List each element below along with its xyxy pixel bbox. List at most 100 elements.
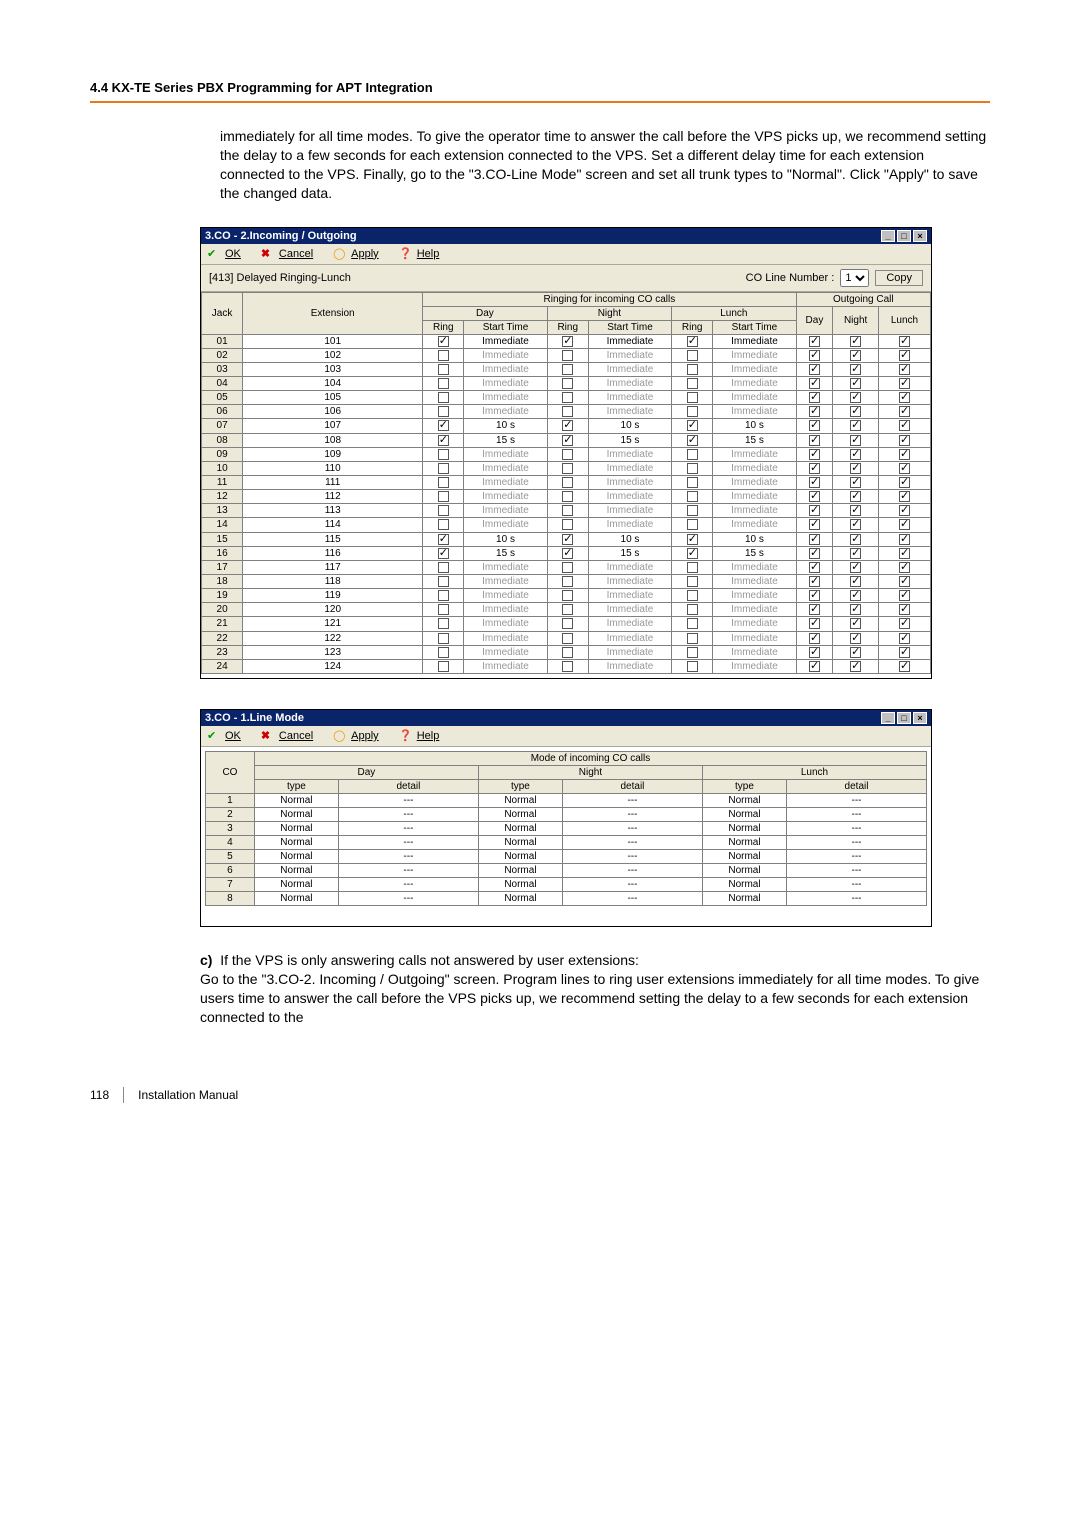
- checkbox[interactable]: [809, 364, 820, 375]
- checkbox[interactable]: [850, 449, 861, 460]
- cell-day-detail[interactable]: ---: [338, 849, 478, 863]
- checkbox[interactable]: [809, 534, 820, 545]
- cell-day-detail[interactable]: ---: [338, 877, 478, 891]
- checkbox[interactable]: [850, 548, 861, 559]
- cell-lunch-start[interactable]: 10 s: [713, 532, 796, 546]
- checkbox[interactable]: [899, 633, 910, 644]
- checkbox[interactable]: [562, 548, 573, 559]
- cell-lunch-type[interactable]: Normal: [702, 807, 786, 821]
- cell-day-detail[interactable]: ---: [338, 863, 478, 877]
- checkbox[interactable]: [809, 647, 820, 658]
- checkbox[interactable]: [809, 576, 820, 587]
- checkbox[interactable]: [809, 590, 820, 601]
- checkbox[interactable]: [562, 562, 573, 573]
- checkbox[interactable]: [438, 548, 449, 559]
- cell-day-start[interactable]: Immediate: [464, 348, 547, 362]
- checkbox[interactable]: [899, 548, 910, 559]
- checkbox[interactable]: [562, 661, 573, 672]
- cell-night-start[interactable]: 15 s: [588, 546, 671, 560]
- cell-lunch-detail[interactable]: ---: [787, 877, 927, 891]
- checkbox[interactable]: [899, 378, 910, 389]
- checkbox[interactable]: [809, 604, 820, 615]
- checkbox[interactable]: [899, 364, 910, 375]
- cell-night-detail[interactable]: ---: [562, 877, 702, 891]
- cell-day-start[interactable]: Immediate: [464, 461, 547, 475]
- cell-night-type[interactable]: Normal: [478, 877, 562, 891]
- checkbox[interactable]: [850, 392, 861, 403]
- cell-night-start[interactable]: Immediate: [588, 518, 671, 532]
- cell-lunch-type[interactable]: Normal: [702, 891, 786, 905]
- cell-day-type[interactable]: Normal: [254, 835, 338, 849]
- checkbox[interactable]: [438, 364, 449, 375]
- cell-lunch-start[interactable]: Immediate: [713, 659, 796, 673]
- cell-lunch-start[interactable]: Immediate: [713, 589, 796, 603]
- checkbox[interactable]: [850, 477, 861, 488]
- checkbox[interactable]: [687, 477, 698, 488]
- checkbox[interactable]: [809, 392, 820, 403]
- cell-lunch-type[interactable]: Normal: [702, 821, 786, 835]
- close-icon[interactable]: ×: [913, 230, 927, 242]
- copy-button[interactable]: Copy: [875, 270, 923, 286]
- cell-night-detail[interactable]: ---: [562, 863, 702, 877]
- checkbox[interactable]: [850, 661, 861, 672]
- checkbox[interactable]: [438, 505, 449, 516]
- checkbox[interactable]: [899, 350, 910, 361]
- checkbox[interactable]: [850, 576, 861, 587]
- checkbox[interactable]: [562, 350, 573, 361]
- cell-lunch-start[interactable]: Immediate: [713, 518, 796, 532]
- checkbox[interactable]: [438, 449, 449, 460]
- cell-night-type[interactable]: Normal: [478, 863, 562, 877]
- cell-night-start[interactable]: Immediate: [588, 391, 671, 405]
- cell-day-start[interactable]: Immediate: [464, 447, 547, 461]
- cell-lunch-start[interactable]: Immediate: [713, 447, 796, 461]
- cell-night-type[interactable]: Normal: [478, 849, 562, 863]
- checkbox[interactable]: [438, 576, 449, 587]
- cell-day-type[interactable]: Normal: [254, 793, 338, 807]
- checkbox[interactable]: [809, 491, 820, 502]
- checkbox[interactable]: [687, 590, 698, 601]
- checkbox[interactable]: [438, 350, 449, 361]
- cell-day-detail[interactable]: ---: [338, 891, 478, 905]
- checkbox[interactable]: [562, 336, 573, 347]
- cell-night-start[interactable]: Immediate: [588, 603, 671, 617]
- checkbox[interactable]: [809, 661, 820, 672]
- cell-lunch-detail[interactable]: ---: [787, 835, 927, 849]
- checkbox[interactable]: [438, 519, 449, 530]
- cell-night-start[interactable]: Immediate: [588, 589, 671, 603]
- checkbox[interactable]: [562, 491, 573, 502]
- cell-lunch-start[interactable]: 15 s: [713, 546, 796, 560]
- cell-night-start[interactable]: Immediate: [588, 461, 671, 475]
- checkbox[interactable]: [687, 336, 698, 347]
- cell-night-type[interactable]: Normal: [478, 793, 562, 807]
- cell-lunch-start[interactable]: Immediate: [713, 603, 796, 617]
- checkbox[interactable]: [687, 463, 698, 474]
- cell-night-type[interactable]: Normal: [478, 807, 562, 821]
- checkbox[interactable]: [850, 505, 861, 516]
- help-button[interactable]: ❓Help: [399, 729, 440, 743]
- checkbox[interactable]: [687, 420, 698, 431]
- cell-day-start[interactable]: Immediate: [464, 391, 547, 405]
- co-line-select[interactable]: 1: [840, 269, 869, 287]
- cell-night-detail[interactable]: ---: [562, 849, 702, 863]
- checkbox[interactable]: [562, 435, 573, 446]
- cell-day-start[interactable]: Immediate: [464, 574, 547, 588]
- checkbox[interactable]: [899, 519, 910, 530]
- checkbox[interactable]: [438, 392, 449, 403]
- checkbox[interactable]: [850, 420, 861, 431]
- checkbox[interactable]: [899, 590, 910, 601]
- checkbox[interactable]: [562, 590, 573, 601]
- checkbox[interactable]: [899, 661, 910, 672]
- checkbox[interactable]: [899, 491, 910, 502]
- checkbox[interactable]: [562, 647, 573, 658]
- cell-day-start[interactable]: Immediate: [464, 518, 547, 532]
- cell-night-type[interactable]: Normal: [478, 821, 562, 835]
- checkbox[interactable]: [809, 406, 820, 417]
- checkbox[interactable]: [850, 364, 861, 375]
- cell-lunch-type[interactable]: Normal: [702, 877, 786, 891]
- cell-lunch-detail[interactable]: ---: [787, 793, 927, 807]
- cell-day-start[interactable]: Immediate: [464, 560, 547, 574]
- checkbox[interactable]: [562, 534, 573, 545]
- cell-lunch-detail[interactable]: ---: [787, 807, 927, 821]
- checkbox[interactable]: [438, 618, 449, 629]
- checkbox[interactable]: [899, 336, 910, 347]
